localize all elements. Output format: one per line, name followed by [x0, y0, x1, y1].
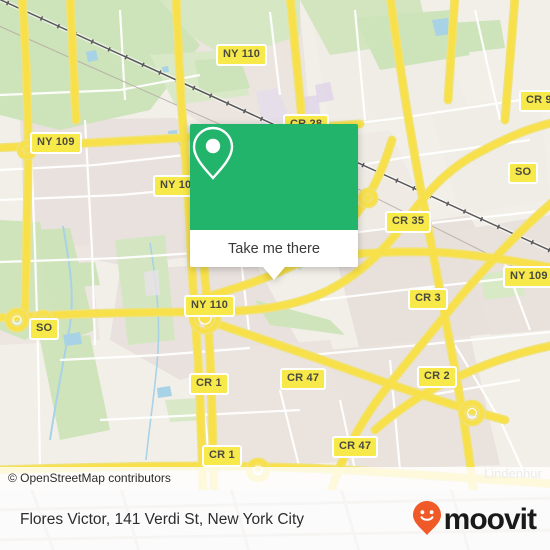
location-title: Flores Victor, 141 Verdi St, New York Ci… [20, 511, 305, 528]
road-shield[interactable]: CR 2 [417, 366, 457, 388]
moovit-location-card: NY 110 NY 109 NY 109 CR 28 CR 9 SO CR 35… [0, 0, 550, 550]
road-shield[interactable]: CR 35 [385, 211, 432, 233]
moovit-smiley-pin-icon [412, 500, 442, 541]
road-shield[interactable]: CR 3 [408, 288, 448, 310]
moovit-wordmark: moovit [443, 503, 537, 536]
map-canvas[interactable]: NY 110 NY 109 NY 109 CR 28 CR 9 SO CR 35… [0, 0, 550, 490]
road-shield[interactable]: CR 47 [332, 436, 379, 458]
road-shield[interactable]: CR 1 [202, 445, 242, 467]
road-shield[interactable]: NY 109 [30, 132, 82, 154]
take-me-there-button[interactable]: Take me there [190, 230, 358, 280]
road-shield[interactable]: SO [508, 162, 539, 184]
take-me-there-label: Take me there [228, 240, 320, 257]
road-shield[interactable]: SO [29, 318, 60, 340]
moovit-brand[interactable]: moovit [412, 500, 537, 541]
road-shield[interactable]: NY 110 [184, 295, 236, 317]
popup-header [190, 124, 358, 230]
road-shield[interactable]: CR 9 [519, 90, 550, 112]
footer-bar: Flores Victor, 141 Verdi St, New York Ci… [0, 490, 550, 550]
road-shield[interactable]: NY 110 [216, 44, 268, 66]
road-shield[interactable]: NY 109 [503, 266, 550, 288]
osm-attribution[interactable]: © OpenStreetMap contributors [0, 467, 550, 490]
road-shield[interactable]: CR 1 [189, 373, 229, 395]
location-popup[interactable]: Take me there [190, 124, 358, 280]
popup-pointer-tail [263, 267, 285, 280]
road-shield[interactable]: CR 47 [280, 368, 327, 390]
